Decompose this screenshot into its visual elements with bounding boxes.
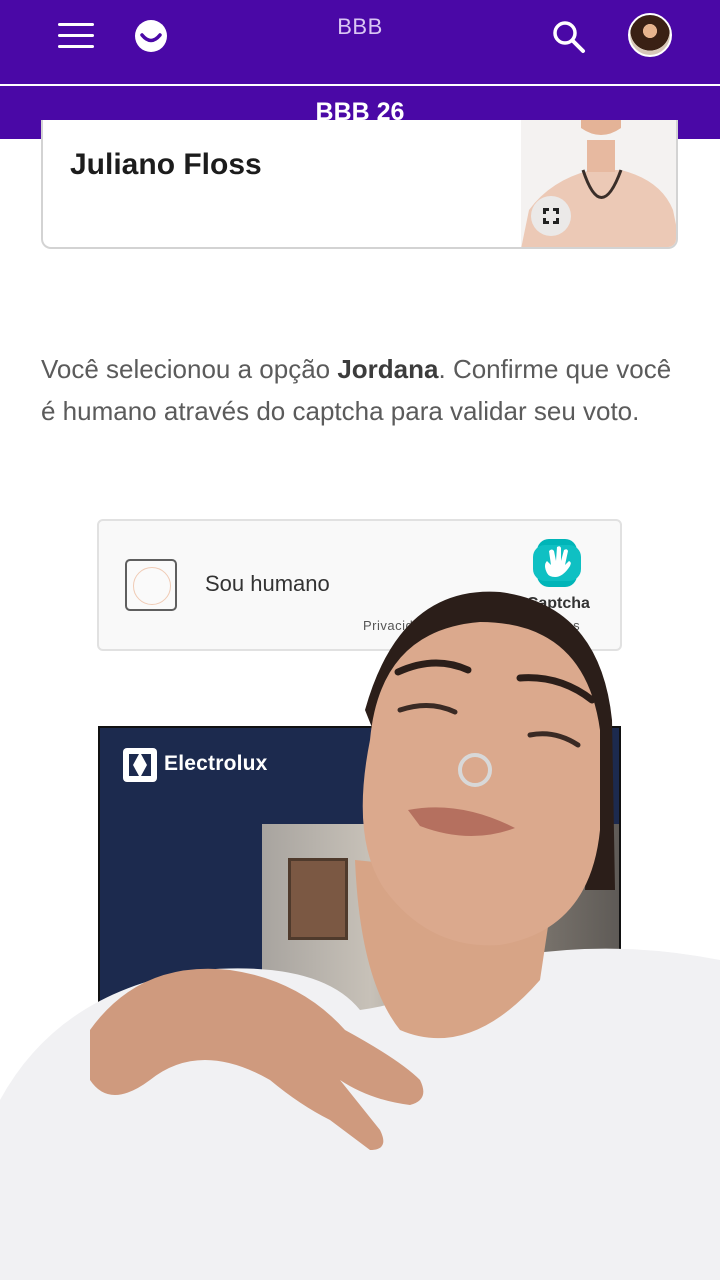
top-bar: BBB bbox=[0, 0, 720, 84]
vote-confirmation-message: Você selecionou a opção Jordana. Confirm… bbox=[41, 348, 681, 432]
page-title: BBB bbox=[337, 14, 383, 39]
search-icon[interactable] bbox=[550, 18, 588, 56]
expand-button[interactable] bbox=[531, 196, 571, 236]
user-avatar[interactable] bbox=[628, 13, 672, 57]
page: BBB BBB 26 Juliano Floss Você selecionou… bbox=[0, 0, 720, 1280]
candidate-name: Juliano Floss bbox=[70, 148, 262, 181]
selected-option: Jordana bbox=[337, 354, 439, 384]
hamburger-icon-line-3 bbox=[58, 45, 94, 48]
person-camera-overlay bbox=[0, 591, 720, 1280]
message-prefix: Você selecionou a opção bbox=[41, 354, 338, 384]
candidate-card[interactable]: Juliano Floss bbox=[41, 120, 678, 249]
expand-icon bbox=[543, 208, 559, 224]
